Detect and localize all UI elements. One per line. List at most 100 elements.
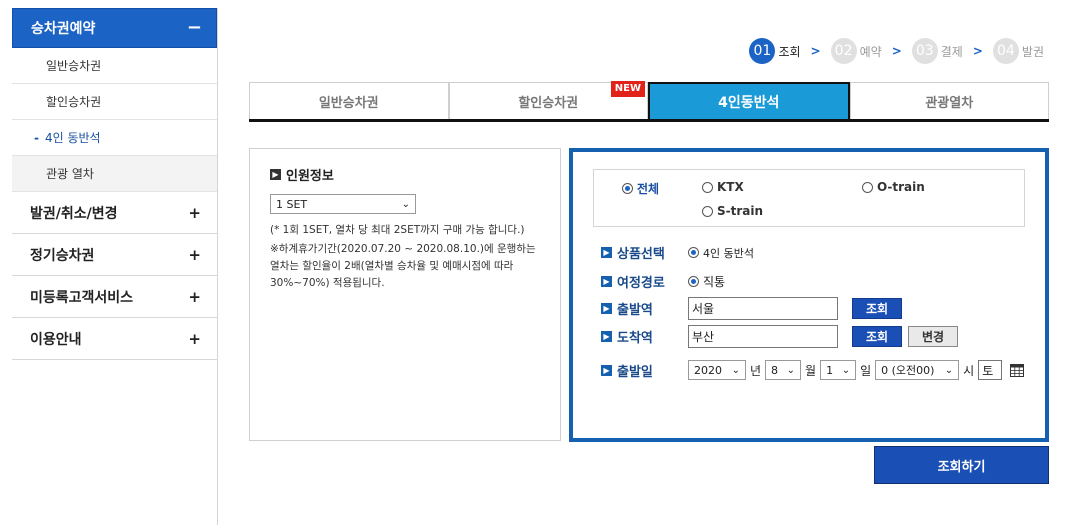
- radio-label: 4인 동반석: [703, 246, 754, 260]
- new-badge: NEW: [610, 81, 645, 97]
- section-title-text: 인원정보: [286, 169, 334, 184]
- day-unit: 일: [860, 363, 872, 378]
- sidebar-item-label: 일반승차권: [46, 59, 102, 73]
- tab-tour-train[interactable]: 관광열차: [849, 82, 1049, 119]
- radio-selected-icon: [688, 276, 699, 287]
- step-label: 조회: [778, 44, 801, 59]
- radio-train-otrain[interactable]: O-train: [862, 180, 925, 194]
- search-panel: 전체 KTX O-train S-train ▶ 상품선택 4인 동반석 ▶ 여…: [569, 148, 1049, 442]
- chevron-right-icon: >: [891, 44, 902, 58]
- radio-train-strain[interactable]: S-train: [702, 204, 763, 218]
- radio-product-four-seat[interactable]: 4인 동반석: [688, 245, 754, 261]
- date-label: 출발일: [617, 364, 653, 380]
- step-label: 예약: [859, 44, 882, 59]
- person-info-panel: ▶ 인원정보 1 SET ⌄ (* 1회 1SET, 열차 당 최대 2SET까…: [249, 148, 561, 441]
- radio-train-all[interactable]: 전체: [622, 180, 659, 197]
- year-unit: 년: [750, 363, 762, 378]
- expand-icon[interactable]: +: [188, 246, 201, 264]
- year-select[interactable]: 2020 ⌄: [688, 360, 746, 380]
- bullet-arrow-icon: ▶: [601, 303, 612, 314]
- step-number: 01: [749, 38, 776, 64]
- tab-discount-ticket[interactable]: 할인승차권 NEW: [448, 81, 648, 119]
- swap-stations-button[interactable]: 변경: [908, 326, 958, 347]
- bullet-arrow-icon: ▶: [270, 169, 281, 180]
- month-unit: 월: [805, 363, 817, 378]
- sidebar-category-season-ticket[interactable]: 정기승차권 +: [12, 234, 217, 276]
- collapse-icon[interactable]: −: [187, 17, 202, 38]
- sidebar-item-four-seat[interactable]: - 4인 동반석: [12, 120, 217, 156]
- sidebar-category-label: 정기승차권: [30, 247, 95, 264]
- day-select[interactable]: 1 ⌄: [820, 360, 857, 380]
- arrival-row: ▶ 도착역 부산 조회 변경: [601, 325, 958, 348]
- radio-selected-icon: [688, 247, 699, 258]
- purchase-limit-note: (* 1회 1SET, 열차 당 최대 2SET까지 구매 가능 합니다.): [270, 224, 525, 236]
- arrival-station-input[interactable]: 부산: [688, 325, 838, 348]
- departure-station-input[interactable]: 서울: [688, 297, 838, 320]
- select-value: 0 (오전00): [881, 364, 935, 377]
- progress-steps: 01 조회 > 02 예약 > 03 결제 > 04 발권: [739, 38, 1044, 64]
- set-count-select[interactable]: 1 SET ⌄: [270, 194, 416, 214]
- hour-unit: 시: [963, 363, 975, 378]
- bullet-arrow-icon: ▶: [601, 247, 612, 258]
- radio-label: O-train: [877, 180, 925, 194]
- weekday-display: 토: [978, 360, 1003, 380]
- radio-empty-icon: [702, 181, 713, 193]
- tab-label: 할인승차권: [518, 95, 579, 111]
- sidebar-category-issue-cancel[interactable]: 발권/취소/변경 +: [12, 192, 217, 234]
- sidebar-category-label: 미등록고객서비스: [30, 289, 134, 306]
- departure-label: 출발역: [617, 303, 653, 318]
- chevron-right-icon: >: [972, 44, 983, 58]
- sidebar-category-guide[interactable]: 이용안내 +: [12, 318, 217, 360]
- tab-regular-ticket[interactable]: 일반승차권: [249, 82, 449, 119]
- arrival-lookup-button[interactable]: 조회: [852, 326, 902, 347]
- radio-route-direct[interactable]: 직통: [688, 273, 725, 290]
- sidebar-category-label: 이용안내: [30, 331, 82, 348]
- tab-label: 관광열차: [925, 95, 974, 111]
- step-label: 결제: [940, 44, 963, 59]
- month-select[interactable]: 8 ⌄: [765, 360, 802, 380]
- calendar-icon[interactable]: [1010, 363, 1025, 377]
- chevron-right-icon: >: [810, 44, 821, 58]
- sidebar-category-guest-service[interactable]: 미등록고객서비스 +: [12, 276, 217, 318]
- search-submit-button[interactable]: 조회하기: [874, 446, 1049, 484]
- step-lookup: 01 조회 >: [749, 38, 821, 64]
- step-number: 03: [911, 38, 938, 64]
- select-value: 1: [826, 363, 834, 377]
- step-issue: 04 발권: [992, 38, 1044, 64]
- select-value: 8: [771, 363, 779, 377]
- radio-selected-icon: [622, 183, 633, 194]
- sidebar-item-label: 4인 동반석: [44, 131, 101, 145]
- product-row: ▶ 상품선택 4인 동반석: [601, 243, 754, 262]
- radio-empty-icon: [702, 205, 713, 217]
- sidebar-header-label: 승차권예약: [31, 21, 96, 37]
- expand-icon[interactable]: +: [188, 204, 201, 222]
- radio-train-ktx[interactable]: KTX: [702, 180, 744, 194]
- departure-lookup-button[interactable]: 조회: [852, 298, 902, 319]
- ticket-type-tabs: 일반승차권 할인승차권 NEW 4인동반석 관광열차: [249, 81, 1049, 122]
- summer-discount-note: ※하계휴가기간(2020.07.20 ~ 2020.08.10.)에 운행하는 …: [270, 243, 536, 289]
- sidebar-header-ticket-reservation[interactable]: 승차권예약 −: [12, 8, 217, 48]
- departure-row: ▶ 출발역 서울 조회: [601, 297, 902, 320]
- person-info-title: ▶ 인원정보: [270, 165, 540, 184]
- hour-select[interactable]: 0 (오전00) ⌄: [875, 360, 960, 380]
- bullet-arrow-icon: ▶: [601, 331, 612, 342]
- active-marker-icon: -: [34, 130, 39, 145]
- tab-label: 4인동반석: [718, 94, 780, 111]
- chevron-down-icon: ⌄: [731, 364, 740, 376]
- select-value: 1 SET: [276, 197, 308, 211]
- sidebar-item-discount-ticket[interactable]: 할인승차권: [12, 84, 217, 120]
- sidebar-item-tour-train[interactable]: 관광 열차: [12, 156, 217, 192]
- radio-label: KTX: [717, 180, 744, 194]
- bullet-arrow-icon: ▶: [601, 364, 612, 376]
- tab-four-seat[interactable]: 4인동반석: [648, 82, 850, 119]
- sidebar-item-regular-ticket[interactable]: 일반승차권: [12, 48, 217, 84]
- arrival-label: 도착역: [617, 331, 653, 346]
- set-select-wrap: 1 SET ⌄: [270, 194, 540, 214]
- radio-empty-icon: [862, 181, 873, 193]
- sidebar: 승차권예약 − 일반승차권 할인승차권 - 4인 동반석 관광 열차 발권/취소…: [12, 8, 218, 525]
- chevron-down-icon: ⌄: [944, 364, 954, 376]
- expand-icon[interactable]: +: [188, 330, 201, 348]
- sidebar-category-label: 발권/취소/변경: [30, 205, 118, 222]
- expand-icon[interactable]: +: [188, 288, 201, 306]
- tab-label: 일반승차권: [318, 95, 379, 111]
